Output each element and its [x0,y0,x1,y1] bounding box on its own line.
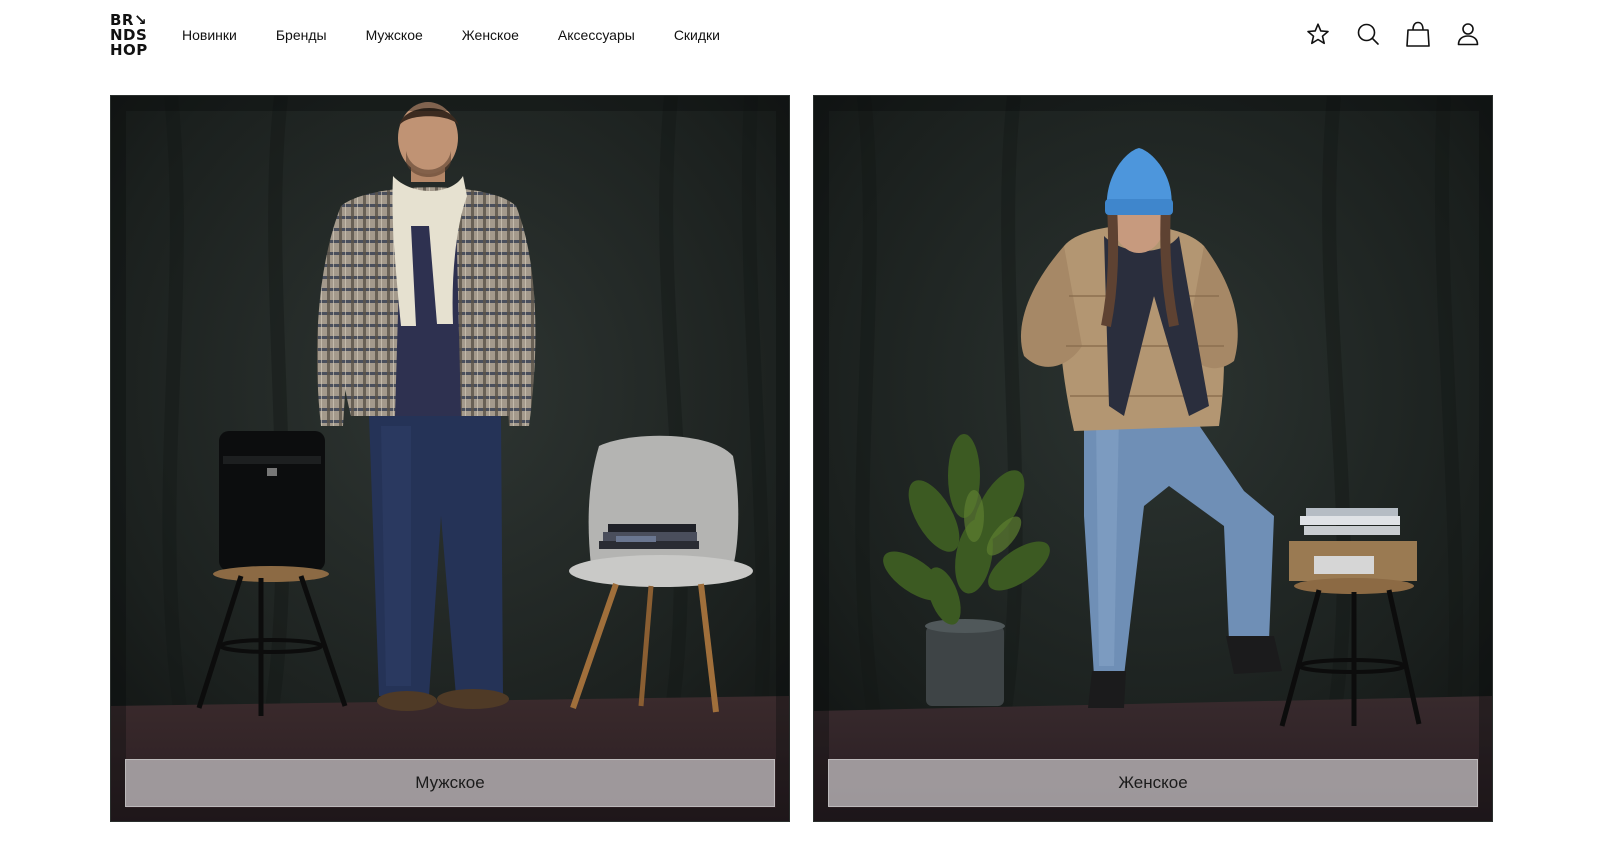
account-button[interactable] [1456,20,1480,48]
site-header: BR↘ NDS HOP Новинки Бренды Мужское Женск… [0,0,1600,70]
nav-item-accessories[interactable]: Аксессуары [558,26,635,44]
category-cards: Мужское Женское [110,95,1493,822]
brandshop-logo[interactable]: BR↘ NDS HOP [110,13,150,58]
nav-item-new[interactable]: Новинки [182,26,237,44]
logo-line-3: HOP [110,41,148,59]
men-category-card[interactable]: Мужское [110,95,790,822]
men-category-button[interactable]: Мужское [125,759,775,807]
search-button[interactable] [1356,20,1380,48]
favorites-button[interactable] [1306,20,1330,48]
search-icon [1357,23,1379,45]
nav-item-sale[interactable]: Скидки [674,26,720,44]
nav-item-brands[interactable]: Бренды [276,26,327,44]
bag-icon [1406,21,1430,47]
nav-item-women[interactable]: Женское [462,26,519,44]
women-photo [814,96,1492,821]
women-category-card[interactable]: Женское [813,95,1493,822]
men-photo [111,96,789,821]
cart-button[interactable] [1406,20,1430,48]
user-icon [1457,23,1479,46]
star-icon [1307,23,1329,45]
women-category-button[interactable]: Женское [828,759,1478,807]
main-nav: Новинки Бренды Мужское Женское Аксессуар… [182,26,759,44]
header-icons [1306,20,1480,48]
nav-item-men[interactable]: Мужское [366,26,423,44]
